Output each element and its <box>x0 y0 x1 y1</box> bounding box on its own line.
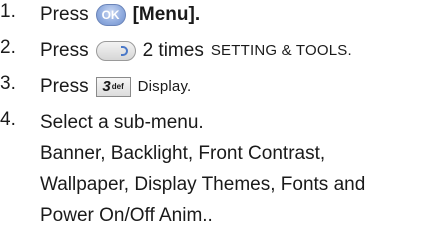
press-text: Press <box>40 75 89 97</box>
step-number: 2. <box>0 37 16 58</box>
press-text: Press <box>40 3 89 25</box>
step-text-line: Wallpaper, Display Themes, Fonts and <box>40 174 366 195</box>
step-number: 1. <box>0 1 16 22</box>
menu-target: Display. <box>137 78 192 95</box>
menu-target: SETTING & TOOLS. <box>210 42 352 59</box>
menu-action: [Menu]. <box>132 3 201 25</box>
step-text-line: Power On/Off Anim.. <box>40 205 213 226</box>
key-3-def-icon: 3 def <box>95 76 131 97</box>
step-text-line: Select a sub-menu. <box>40 112 204 133</box>
instruction-list: 1. Press OK [Menu]. 2. Press 2 times SET… <box>0 0 423 249</box>
step-number: 4. <box>0 109 16 130</box>
press-text: Press <box>40 39 89 61</box>
ok-key-icon: OK <box>95 3 126 26</box>
step-text-line: Banner, Backlight, Front Contrast, <box>40 143 326 164</box>
nav-right-key-icon <box>95 40 136 61</box>
press-count: 2 times <box>142 39 204 61</box>
step-number: 3. <box>0 73 16 94</box>
